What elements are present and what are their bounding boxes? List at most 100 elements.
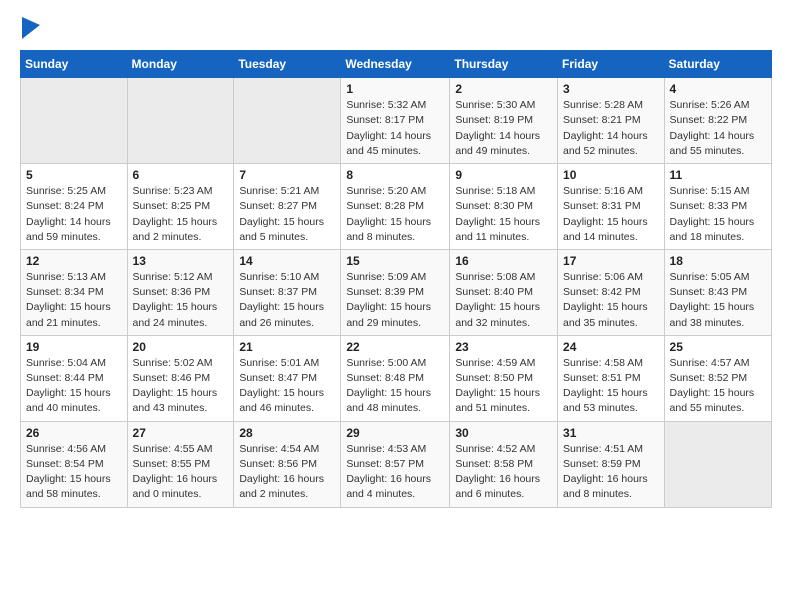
- calendar-cell: 9 Sunrise: 5:18 AM Sunset: 8:30 PM Daylig…: [450, 164, 558, 250]
- calendar-cell: 19 Sunrise: 5:04 AM Sunset: 8:44 PM Dayli…: [21, 335, 128, 421]
- calendar-cell: 24 Sunrise: 4:58 AM Sunset: 8:51 PM Dayli…: [558, 335, 665, 421]
- calendar-week-row: 5 Sunrise: 5:25 AM Sunset: 8:24 PM Daylig…: [21, 164, 772, 250]
- calendar-cell: [127, 78, 234, 164]
- col-header-sunday: Sunday: [21, 51, 128, 78]
- day-number: 19: [26, 340, 122, 354]
- calendar-cell: 5 Sunrise: 5:25 AM Sunset: 8:24 PM Daylig…: [21, 164, 128, 250]
- day-info: Sunrise: 4:56 AM Sunset: 8:54 PM Dayligh…: [26, 442, 122, 503]
- calendar-cell: 18 Sunrise: 5:05 AM Sunset: 8:43 PM Dayli…: [664, 249, 771, 335]
- day-number: 9: [455, 168, 552, 182]
- day-info: Sunrise: 5:32 AM Sunset: 8:17 PM Dayligh…: [346, 98, 444, 159]
- day-number: 12: [26, 254, 122, 268]
- day-number: 4: [670, 82, 766, 96]
- day-info: Sunrise: 4:55 AM Sunset: 8:55 PM Dayligh…: [133, 442, 229, 503]
- calendar-week-row: 12 Sunrise: 5:13 AM Sunset: 8:34 PM Dayli…: [21, 249, 772, 335]
- calendar-cell: [21, 78, 128, 164]
- col-header-wednesday: Wednesday: [341, 51, 450, 78]
- calendar-cell: 6 Sunrise: 5:23 AM Sunset: 8:25 PM Daylig…: [127, 164, 234, 250]
- calendar-cell: 8Sunrise: 5:20 AM Sunset: 8:28 PM Daylig…: [341, 164, 450, 250]
- calendar-cell: 27 Sunrise: 4:55 AM Sunset: 8:55 PM Dayli…: [127, 421, 234, 507]
- calendar-cell: 2 Sunrise: 5:30 AM Sunset: 8:19 PM Daylig…: [450, 78, 558, 164]
- day-info: Sunrise: 5:05 AM Sunset: 8:43 PM Dayligh…: [670, 270, 766, 331]
- day-info: Sunrise: 5:23 AM Sunset: 8:25 PM Dayligh…: [133, 184, 229, 245]
- day-number: 10: [563, 168, 659, 182]
- day-info: Sunrise: 5:01 AM Sunset: 8:47 PM Dayligh…: [239, 356, 335, 417]
- col-header-thursday: Thursday: [450, 51, 558, 78]
- day-info: Sunrise: 5:18 AM Sunset: 8:30 PM Dayligh…: [455, 184, 552, 245]
- day-number: 7: [239, 168, 335, 182]
- col-header-saturday: Saturday: [664, 51, 771, 78]
- day-number: 16: [455, 254, 552, 268]
- day-number: 17: [563, 254, 659, 268]
- day-info: Sunrise: 5:13 AM Sunset: 8:34 PM Dayligh…: [26, 270, 122, 331]
- header: [20, 16, 772, 40]
- day-number: 5: [26, 168, 122, 182]
- calendar-cell: 30 Sunrise: 4:52 AM Sunset: 8:58 PM Dayli…: [450, 421, 558, 507]
- day-info: Sunrise: 5:20 AM Sunset: 8:28 PM Dayligh…: [346, 184, 444, 245]
- logo: [20, 16, 40, 40]
- day-number: 13: [133, 254, 229, 268]
- calendar-cell: 29Sunrise: 4:53 AM Sunset: 8:57 PM Dayli…: [341, 421, 450, 507]
- day-info: Sunrise: 4:58 AM Sunset: 8:51 PM Dayligh…: [563, 356, 659, 417]
- day-info: Sunrise: 4:59 AM Sunset: 8:50 PM Dayligh…: [455, 356, 552, 417]
- day-info: Sunrise: 4:51 AM Sunset: 8:59 PM Dayligh…: [563, 442, 659, 503]
- calendar-cell: [234, 78, 341, 164]
- day-info: Sunrise: 4:57 AM Sunset: 8:52 PM Dayligh…: [670, 356, 766, 417]
- calendar-week-row: 1 Sunrise: 5:32 AM Sunset: 8:17 PM Daylig…: [21, 78, 772, 164]
- calendar-cell: 11 Sunrise: 5:15 AM Sunset: 8:33 PM Dayli…: [664, 164, 771, 250]
- day-number: 30: [455, 426, 552, 440]
- day-info: Sunrise: 5:00 AM Sunset: 8:48 PM Dayligh…: [346, 356, 444, 417]
- page: SundayMondayTuesdayWednesdayThursdayFrid…: [0, 0, 792, 524]
- calendar-cell: 3 Sunrise: 5:28 AM Sunset: 8:21 PM Daylig…: [558, 78, 665, 164]
- calendar-cell: 16 Sunrise: 5:08 AM Sunset: 8:40 PM Dayli…: [450, 249, 558, 335]
- col-header-friday: Friday: [558, 51, 665, 78]
- calendar-cell: 12 Sunrise: 5:13 AM Sunset: 8:34 PM Dayli…: [21, 249, 128, 335]
- day-info: Sunrise: 5:10 AM Sunset: 8:37 PM Dayligh…: [239, 270, 335, 331]
- day-info: Sunrise: 5:15 AM Sunset: 8:33 PM Dayligh…: [670, 184, 766, 245]
- day-number: 24: [563, 340, 659, 354]
- day-info: Sunrise: 5:25 AM Sunset: 8:24 PM Dayligh…: [26, 184, 122, 245]
- calendar-cell: 25Sunrise: 4:57 AM Sunset: 8:52 PM Dayli…: [664, 335, 771, 421]
- day-info: Sunrise: 5:04 AM Sunset: 8:44 PM Dayligh…: [26, 356, 122, 417]
- day-info: Sunrise: 5:26 AM Sunset: 8:22 PM Dayligh…: [670, 98, 766, 159]
- day-info: Sunrise: 4:53 AM Sunset: 8:57 PM Dayligh…: [346, 442, 444, 503]
- day-number: 2: [455, 82, 552, 96]
- day-number: 14: [239, 254, 335, 268]
- day-info: Sunrise: 5:12 AM Sunset: 8:36 PM Dayligh…: [133, 270, 229, 331]
- day-number: 3: [563, 82, 659, 96]
- day-number: 28: [239, 426, 335, 440]
- calendar-cell: 10Sunrise: 5:16 AM Sunset: 8:31 PM Dayli…: [558, 164, 665, 250]
- calendar-cell: 17 Sunrise: 5:06 AM Sunset: 8:42 PM Dayli…: [558, 249, 665, 335]
- day-number: 22: [346, 340, 444, 354]
- day-info: Sunrise: 5:02 AM Sunset: 8:46 PM Dayligh…: [133, 356, 229, 417]
- calendar-cell: 21 Sunrise: 5:01 AM Sunset: 8:47 PM Dayli…: [234, 335, 341, 421]
- calendar-cell: 14 Sunrise: 5:10 AM Sunset: 8:37 PM Dayli…: [234, 249, 341, 335]
- day-number: 18: [670, 254, 766, 268]
- calendar-cell: 13 Sunrise: 5:12 AM Sunset: 8:36 PM Dayli…: [127, 249, 234, 335]
- calendar-cell: 7Sunrise: 5:21 AM Sunset: 8:27 PM Daylig…: [234, 164, 341, 250]
- day-number: 11: [670, 168, 766, 182]
- calendar-cell: 23Sunrise: 4:59 AM Sunset: 8:50 PM Dayli…: [450, 335, 558, 421]
- day-number: 21: [239, 340, 335, 354]
- calendar-cell: 15Sunrise: 5:09 AM Sunset: 8:39 PM Dayli…: [341, 249, 450, 335]
- day-info: Sunrise: 5:08 AM Sunset: 8:40 PM Dayligh…: [455, 270, 552, 331]
- day-info: Sunrise: 4:52 AM Sunset: 8:58 PM Dayligh…: [455, 442, 552, 503]
- calendar-cell: 26Sunrise: 4:56 AM Sunset: 8:54 PM Dayli…: [21, 421, 128, 507]
- calendar-header-row: SundayMondayTuesdayWednesdayThursdayFrid…: [21, 51, 772, 78]
- day-info: Sunrise: 4:54 AM Sunset: 8:56 PM Dayligh…: [239, 442, 335, 503]
- day-number: 20: [133, 340, 229, 354]
- day-number: 15: [346, 254, 444, 268]
- calendar-cell: 1 Sunrise: 5:32 AM Sunset: 8:17 PM Daylig…: [341, 78, 450, 164]
- day-info: Sunrise: 5:30 AM Sunset: 8:19 PM Dayligh…: [455, 98, 552, 159]
- col-header-monday: Monday: [127, 51, 234, 78]
- calendar-week-row: 26Sunrise: 4:56 AM Sunset: 8:54 PM Dayli…: [21, 421, 772, 507]
- day-number: 27: [133, 426, 229, 440]
- calendar-cell: 28 Sunrise: 4:54 AM Sunset: 8:56 PM Dayli…: [234, 421, 341, 507]
- day-info: Sunrise: 5:06 AM Sunset: 8:42 PM Dayligh…: [563, 270, 659, 331]
- calendar-cell: 20 Sunrise: 5:02 AM Sunset: 8:46 PM Dayli…: [127, 335, 234, 421]
- day-number: 31: [563, 426, 659, 440]
- day-info: Sunrise: 5:28 AM Sunset: 8:21 PM Dayligh…: [563, 98, 659, 159]
- day-number: 1: [346, 82, 444, 96]
- day-number: 6: [133, 168, 229, 182]
- calendar-cell: [664, 421, 771, 507]
